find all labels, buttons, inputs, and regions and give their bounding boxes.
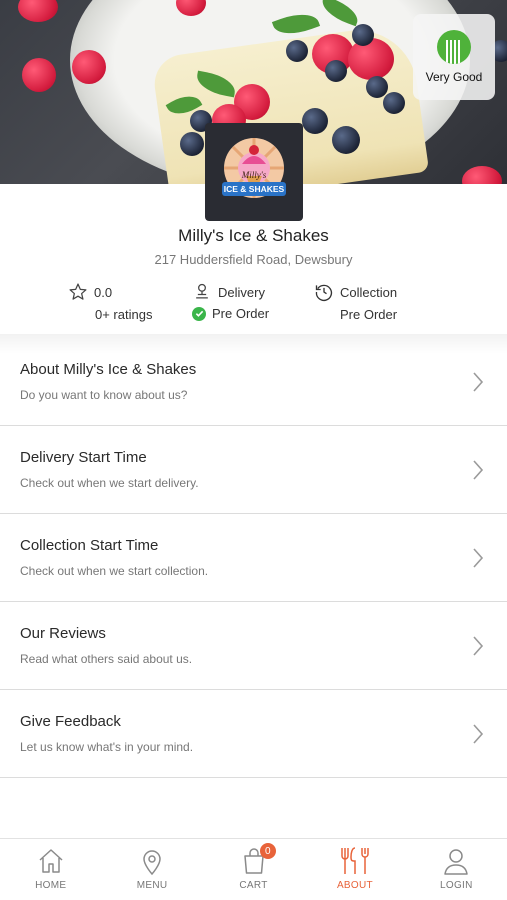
blueberry — [325, 60, 347, 82]
fork-knife-icon — [437, 30, 471, 64]
chevron-right-icon — [473, 460, 484, 480]
clock-history-icon — [315, 284, 333, 302]
cart-count-badge: 0 — [259, 843, 276, 859]
list-item-desc: Do you want to know about us? — [20, 388, 188, 402]
list-item-about[interactable]: About Milly's Ice & Shakes Do you want t… — [0, 338, 507, 426]
list-item-collection-start[interactable]: Collection Start Time Check out when we … — [0, 514, 507, 602]
list-item-desc: Let us know what's in your mind. — [20, 740, 194, 754]
tab-label: MENU — [136, 880, 168, 891]
chevron-right-icon — [473, 372, 484, 392]
list-item-title: About Milly's Ice & Shakes — [20, 361, 197, 378]
chevron-right-icon — [473, 548, 484, 568]
list-item-desc: Check out when we start delivery. — [20, 476, 199, 490]
collection-info: Collection — [314, 282, 397, 302]
list-item-reviews[interactable]: Our Reviews Read what others said about … — [0, 602, 507, 690]
list-item-title: Our Reviews — [20, 625, 106, 642]
list-item-desc: Check out when we start collection. — [20, 564, 209, 578]
raspberry — [72, 50, 106, 84]
blueberry — [352, 24, 374, 46]
star-icon — [69, 283, 87, 300]
svg-text:Milly's: Milly's — [241, 170, 267, 180]
collection-status: Pre Order — [340, 307, 398, 322]
tab-label: ABOUT — [336, 880, 373, 891]
blueberry — [286, 40, 308, 62]
raspberry — [22, 58, 56, 92]
raspberry — [348, 38, 394, 80]
ratings-count: 0+ ratings — [95, 307, 153, 322]
bottom-tab-bar: HOME MENU 0 CART ABOUT LOGIN — [0, 838, 507, 900]
user-icon — [444, 849, 469, 875]
food-hygiene-rating-badge[interactable]: Very Good — [413, 14, 495, 100]
blueberry — [383, 92, 405, 114]
about-menu-list: About Milly's Ice & Shakes Do you want t… — [0, 338, 507, 778]
restaurant-address: 217 Huddersfield Road, Dewsbury — [154, 252, 353, 267]
tab-home[interactable]: HOME — [0, 839, 101, 900]
list-item-title: Give Feedback — [20, 713, 121, 730]
raspberry — [18, 0, 58, 22]
raspberry — [462, 166, 502, 184]
list-item-feedback[interactable]: Give Feedback Let us know what's in your… — [0, 690, 507, 778]
delivery-scooter-icon — [196, 283, 208, 299]
delivery-status-label: Pre Order — [212, 306, 270, 321]
rating-value: 0.0 — [94, 284, 113, 300]
rating-summary[interactable]: 0.0 — [68, 282, 112, 302]
tab-label: LOGIN — [440, 880, 473, 891]
restaurant-name: Milly's Ice & Shakes — [178, 226, 329, 245]
list-item-title: Delivery Start Time — [20, 449, 147, 466]
blueberry — [366, 76, 388, 98]
check-icon — [192, 306, 206, 321]
home-icon — [39, 849, 63, 873]
rating-badge-label: Very Good — [425, 70, 483, 84]
list-item-delivery-start[interactable]: Delivery Start Time Check out when we st… — [0, 426, 507, 514]
tab-label: HOME — [35, 880, 67, 891]
restaurant-info: Milly's Ice & Shakes 217 Huddersfield Ro… — [0, 184, 507, 334]
tab-menu[interactable]: MENU — [101, 839, 202, 900]
blueberry — [332, 126, 360, 154]
fork-knife-icon — [341, 847, 369, 874]
blueberry — [180, 132, 204, 156]
list-item-title: Collection Start Time — [20, 537, 159, 554]
delivery-status: Pre Order — [192, 306, 269, 321]
tab-cart[interactable]: 0 CART — [203, 839, 304, 900]
location-pin-icon — [143, 850, 161, 876]
chevron-right-icon — [473, 636, 484, 656]
blueberry — [302, 108, 328, 134]
list-item-desc: Read what others said about us. — [20, 652, 193, 666]
tab-login[interactable]: LOGIN — [406, 839, 507, 900]
delivery-info: Delivery — [192, 282, 265, 302]
delivery-label: Delivery — [218, 284, 265, 300]
chevron-right-icon — [473, 724, 484, 744]
tab-about[interactable]: ABOUT — [304, 839, 405, 900]
collection-label: Collection — [340, 284, 398, 300]
tab-label: CART — [239, 880, 268, 891]
